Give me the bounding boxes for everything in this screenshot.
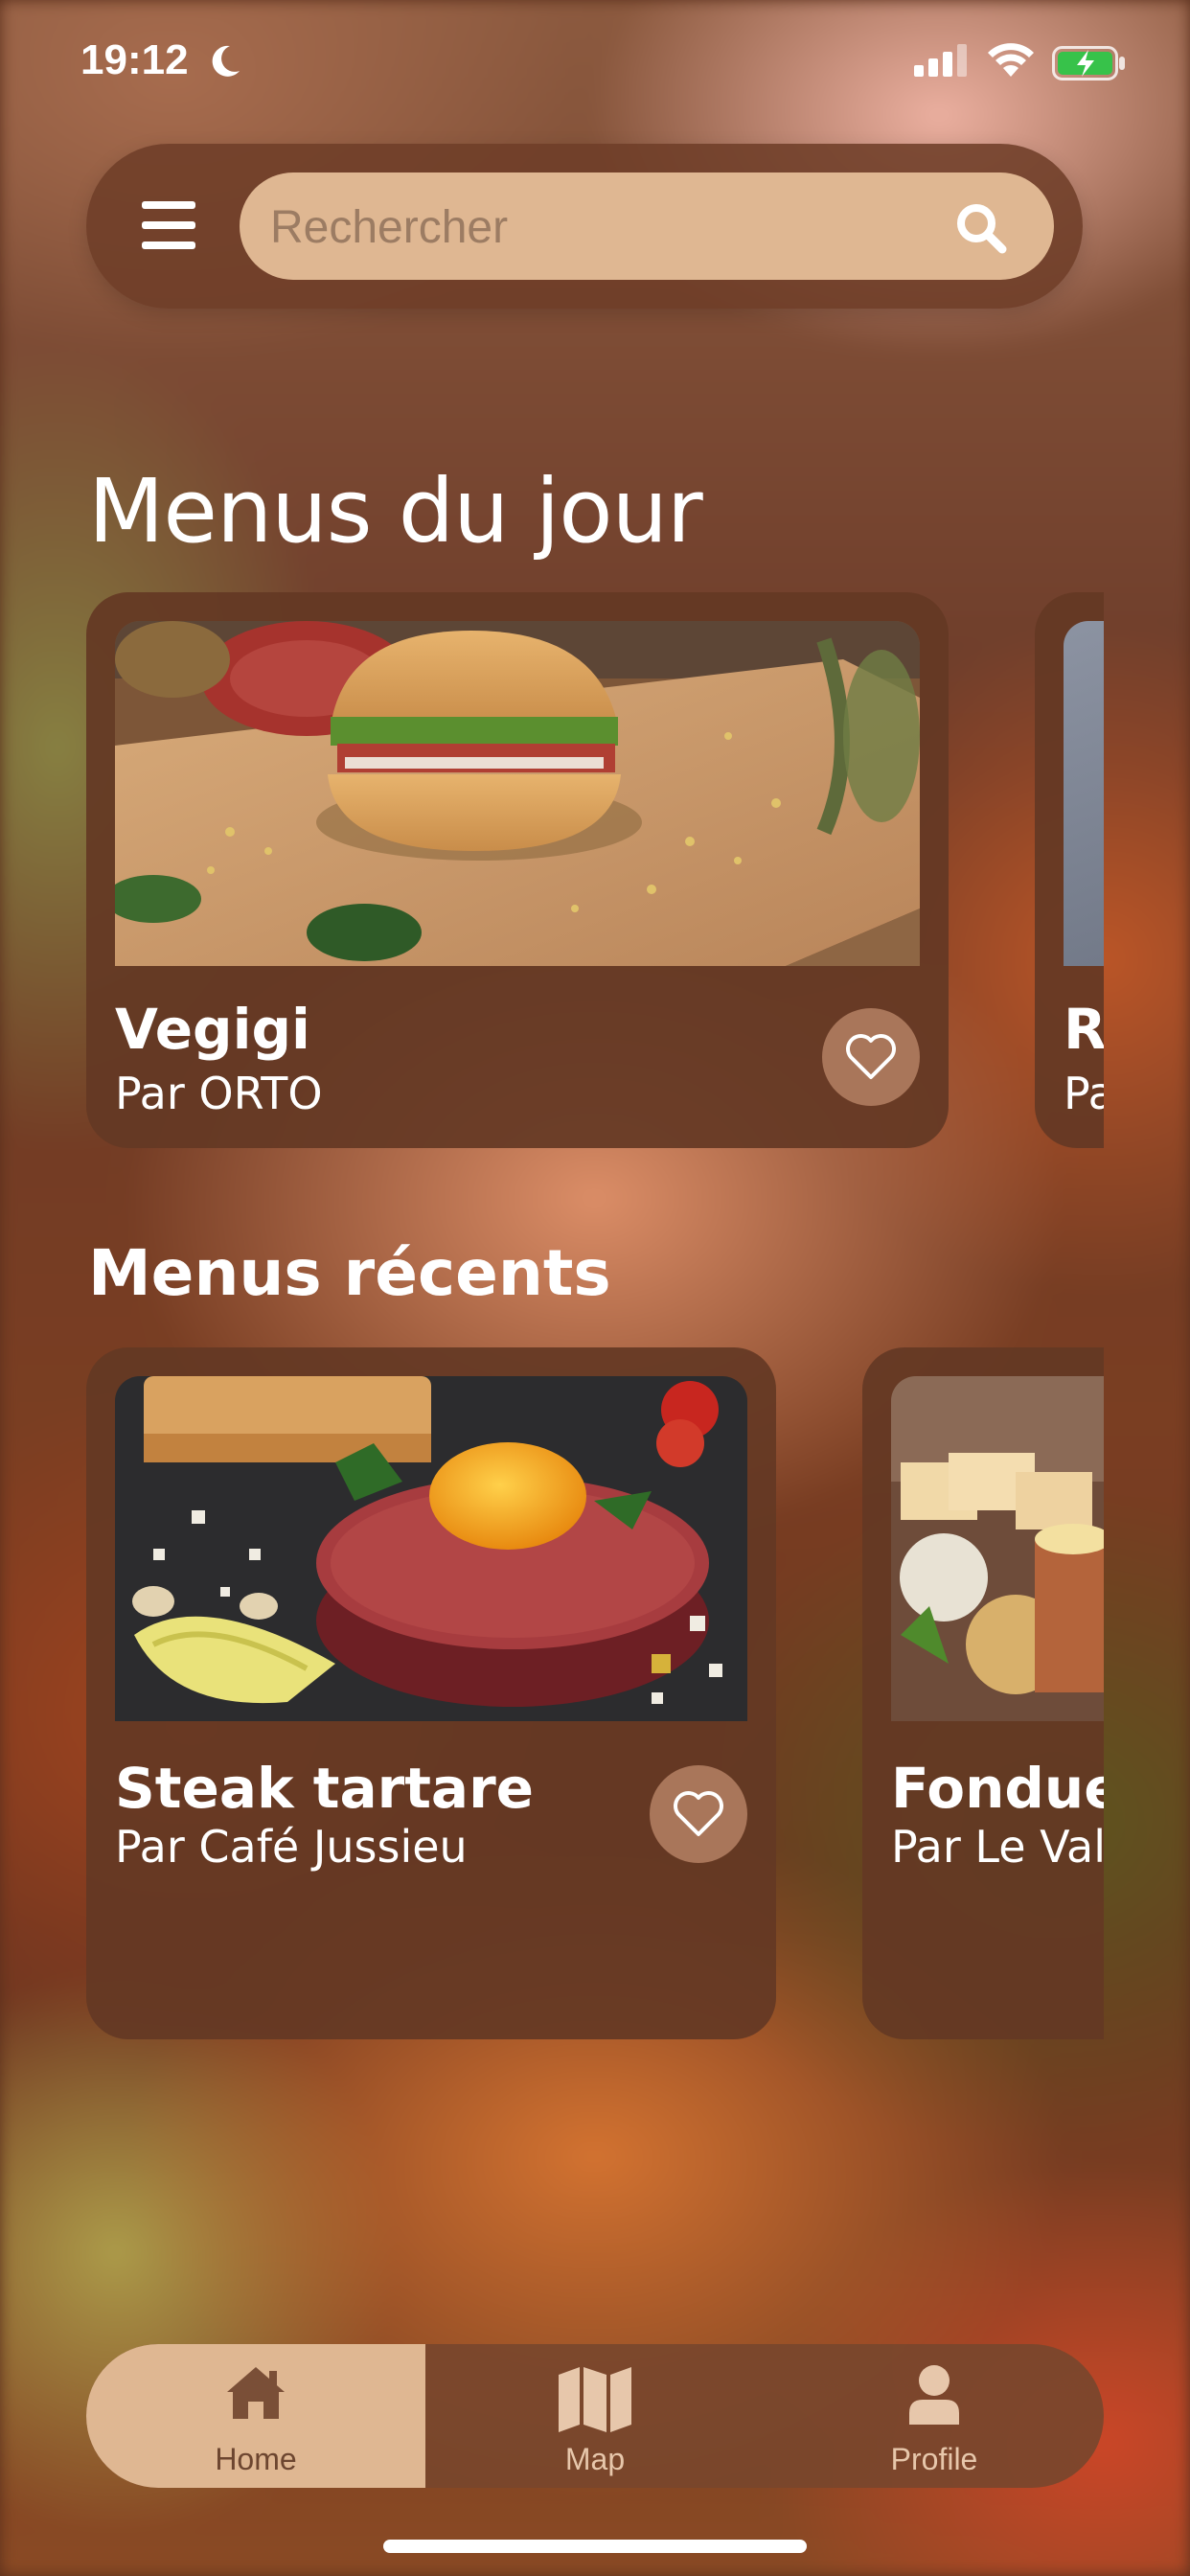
user-icon xyxy=(909,2365,959,2425)
fondue-photo xyxy=(891,1376,1104,1721)
tab-home[interactable]: Home xyxy=(86,2344,425,2488)
heart-icon xyxy=(846,1034,896,1079)
restaurant-name: Par ORTO xyxy=(115,1068,323,1119)
tab-profile-label: Profile xyxy=(890,2442,978,2476)
tab-map-label: Map xyxy=(564,2442,626,2476)
home-indicator xyxy=(383,2540,807,2553)
daily-menu-card[interactable]: Vegigi Par ORTO xyxy=(86,592,949,1148)
map-icon xyxy=(559,2367,631,2432)
menu-name: R xyxy=(1064,997,1104,1062)
section-title-recent: Menus récents xyxy=(88,1236,611,1310)
recent-menu-card[interactable]: Fondue s Par Le Valm xyxy=(862,1347,1104,2039)
home-icon xyxy=(227,2367,285,2419)
restaurant-name: Par Le Valm xyxy=(891,1821,1104,1873)
heart-icon xyxy=(674,1791,723,1836)
burger-photo xyxy=(115,621,920,966)
tab-map[interactable]: Map xyxy=(425,2344,765,2488)
restaurant-name: Par Café Jussieu xyxy=(115,1821,468,1873)
content-area: Vegigi Par ORTO R Pa Menus récents Steak… xyxy=(0,0,1104,2576)
favorite-button[interactable] xyxy=(650,1765,747,1863)
menu-name: Steak tartare xyxy=(115,1756,535,1821)
menu-name: Vegigi xyxy=(115,997,310,1062)
tab-profile[interactable]: Profile xyxy=(765,2344,1104,2488)
dish-photo xyxy=(1064,621,1104,966)
steak-tartare-photo xyxy=(115,1376,747,1721)
tab-home-label: Home xyxy=(215,2442,297,2476)
bottom-tab-bar: Home Map Profile xyxy=(86,2344,1104,2488)
restaurant-name: Pa xyxy=(1064,1068,1104,1119)
favorite-button[interactable] xyxy=(822,1008,920,1106)
daily-menu-card[interactable]: R Pa xyxy=(1035,592,1104,1148)
recent-menu-card[interactable]: Steak tartare Par Café Jussieu xyxy=(86,1347,776,2039)
menu-name: Fondue s xyxy=(891,1756,1104,1821)
